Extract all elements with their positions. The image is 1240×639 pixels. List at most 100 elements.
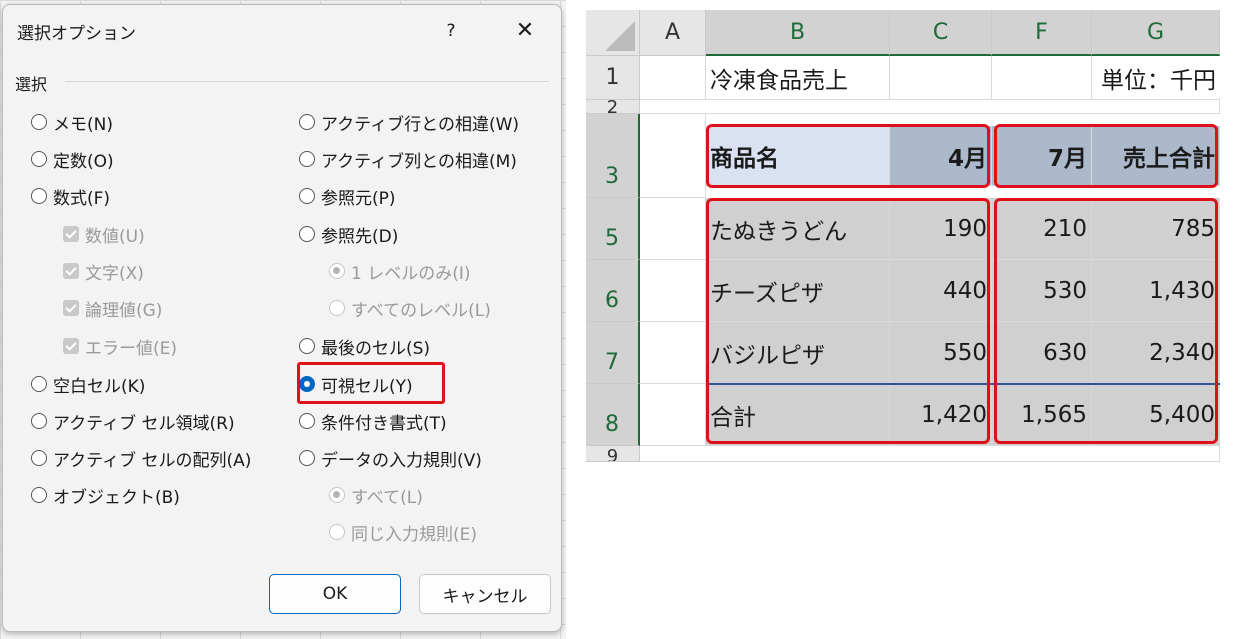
cancel-button[interactable]: キャンセル [419,574,551,614]
option-label: 論理値(G) [85,300,163,321]
cell-a1[interactable] [640,56,706,100]
option-current-region[interactable]: アクティブ セル領域(R) [31,408,235,434]
column-header-a[interactable]: A [640,10,706,56]
option-objects[interactable]: オブジェクト(B) [31,482,180,508]
radio-icon [299,338,315,354]
option-label: アクティブ行との相違(W) [321,114,520,135]
column-header-b[interactable]: B [706,10,890,56]
row-header-8[interactable]: 8 [586,384,640,446]
radio-icon [329,487,345,503]
checkbox-logicals: 論理値(G) [63,295,162,321]
radio-icon [31,413,47,429]
option-label: アクティブ セル領域(R) [53,413,235,434]
cell-g1[interactable]: 単位：千円 [992,56,1220,100]
ok-button[interactable]: OK [269,574,401,614]
option-row-differences[interactable]: アクティブ行との相違(W) [299,109,519,135]
dialog-title: 選択オプション [17,24,136,44]
group-label: 選択 [15,75,48,94]
option-constants[interactable]: 定数(O) [31,146,114,172]
option-dependents[interactable]: 参照先(D) [299,221,398,247]
option-direct-only: 1 レベルのみ(I) [329,258,471,284]
row-header-1[interactable]: 1 [586,56,640,100]
option-label: 数式(F) [53,188,111,209]
row-header-5[interactable]: 5 [586,198,640,260]
cell-c1[interactable] [890,56,992,100]
column-header-c[interactable]: C [890,10,992,56]
checkbox-icon [63,300,79,316]
radio-icon [31,188,47,204]
checkbox-icon [63,263,79,279]
option-comments[interactable]: メモ(N) [31,109,113,135]
radio-icon [299,151,315,167]
radio-icon [31,151,47,167]
option-label: 参照元(P) [321,188,396,209]
cell-a5[interactable] [640,198,706,260]
select-all-triangle-icon [605,21,635,51]
row-header-2[interactable]: 2 [586,100,640,114]
row-header-3[interactable]: 3 [586,114,640,198]
help-button[interactable]: ? [431,15,471,47]
option-precedents[interactable]: 参照元(P) [299,183,396,209]
row-header-6[interactable]: 6 [586,260,640,322]
header-right-highlight [994,124,1218,188]
close-button[interactable]: ✕ [503,15,547,47]
option-current-array[interactable]: アクティブ セルの配列(A) [31,445,251,471]
option-label: エラー値(E) [85,338,178,359]
radio-icon [31,487,47,503]
dialog-titlebar: 選択オプション ? ✕ [3,5,561,55]
cell-a7[interactable] [640,322,706,384]
radio-icon [299,114,315,130]
option-label: 最後のセル(S) [321,338,431,359]
radio-icon [329,524,345,540]
checkbox-text: 文字(X) [63,258,144,284]
radio-icon [329,300,345,316]
row-header-9[interactable]: 9 [586,446,640,462]
option-data-validation[interactable]: データの入力規則(V) [299,445,482,471]
cell-a6[interactable] [640,260,706,322]
option-label: データの入力規則(V) [321,450,482,471]
spreadsheet: A B C F G 1 2 3 5 6 7 8 9 冷凍食品売上 単位：千円 商… [586,10,1238,462]
radio-icon [299,226,315,242]
cell-a8[interactable] [640,384,706,446]
option-validation-all: すべて(L) [329,482,423,508]
option-label: 1 レベルのみ(I) [351,263,471,284]
row-9-cells [640,446,1220,462]
option-label: 文字(X) [85,263,144,284]
checkbox-errors: エラー値(E) [63,333,177,359]
option-label: 同じ入力規則(E) [351,524,478,545]
option-label: 空白セル(K) [53,376,146,397]
option-label: 定数(O) [53,151,114,172]
header-left-highlight [706,124,990,188]
visible-cells-highlight [297,362,445,404]
select-options-dialog: 選択オプション ? ✕ 選択 メモ(N) 定数(O) 数式(F) 数値(U) 文… [2,4,562,632]
radio-icon [299,450,315,466]
option-label: オブジェクト(B) [53,487,180,508]
option-label: 数値(U) [85,226,145,247]
option-formulas[interactable]: 数式(F) [31,183,110,209]
radio-icon [299,413,315,429]
option-validation-same: 同じ入力規則(E) [329,519,477,545]
option-column-differences[interactable]: アクティブ列との相違(M) [299,146,517,172]
group-divider [65,81,549,82]
option-label: 条件付き書式(T) [321,413,447,434]
option-label: すべて(L) [351,487,423,508]
row-header-7[interactable]: 7 [586,322,640,384]
column-header-g[interactable]: G [1092,10,1220,56]
checkbox-icon [63,338,79,354]
option-label: すべてのレベル(L) [351,300,491,321]
checkbox-numbers: 数値(U) [63,221,145,247]
radio-icon [31,450,47,466]
radio-icon [31,114,47,130]
cell-b1[interactable]: 冷凍食品売上 [706,56,890,100]
column-header-f[interactable]: F [992,10,1092,56]
option-last-cell[interactable]: 最後のセル(S) [299,333,430,359]
select-all-corner[interactable] [586,10,640,56]
radio-icon [299,188,315,204]
option-blanks[interactable]: 空白セル(K) [31,371,145,397]
radio-icon [31,376,47,392]
checkbox-icon [63,226,79,242]
row-2-cells [640,100,1220,114]
cell-a3[interactable] [640,114,706,198]
option-label: アクティブ セルの配列(A) [53,450,252,471]
option-conditional-formats[interactable]: 条件付き書式(T) [299,408,447,434]
